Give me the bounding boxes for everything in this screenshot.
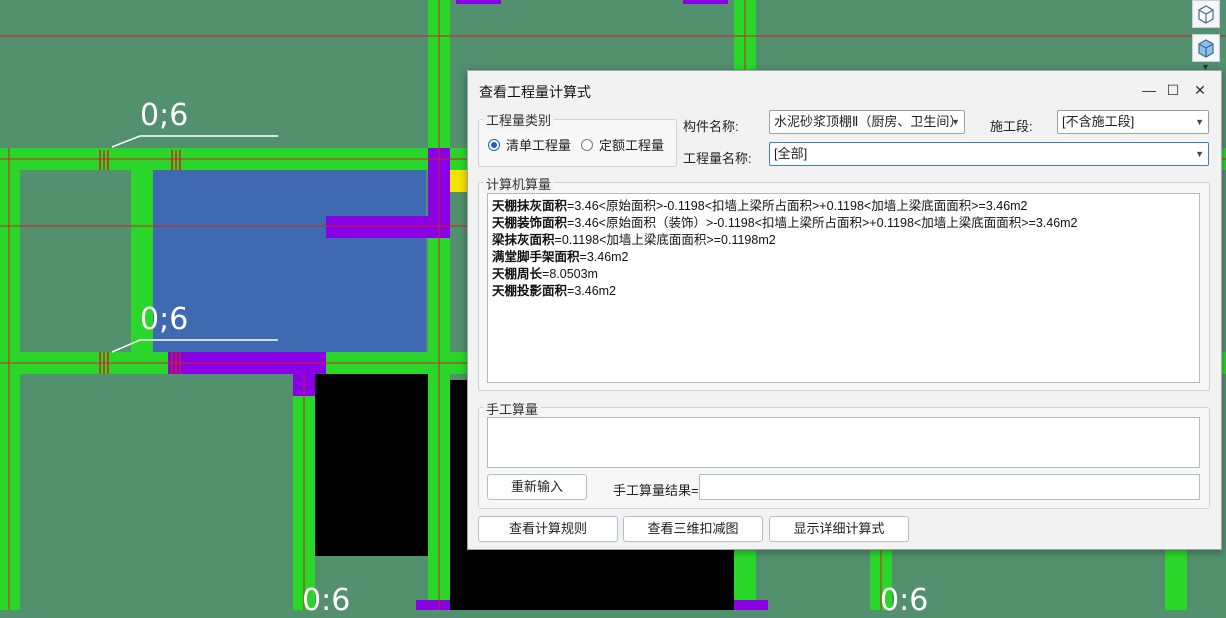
component-label: 构件名称: (683, 119, 739, 134)
radio-label: 清单工程量 (506, 138, 572, 153)
wall-vertical-9 (1165, 545, 1187, 610)
stage-select[interactable]: [不含施工段] ▼ (1057, 110, 1209, 134)
stage-value: [不含施工段] (1062, 114, 1135, 129)
dimension-label: 0:6 (302, 583, 351, 618)
show-detail-button[interactable]: 显示详细计算式 (769, 516, 909, 542)
beam-purple-5 (456, 0, 501, 4)
component-value: 水泥砂浆顶棚Ⅱ（厨房、卫生间） (774, 114, 963, 129)
dialog-title: 查看工程量计算式 (479, 84, 591, 100)
dimension-label: 0:6 (880, 583, 929, 618)
manual-result-field[interactable] (699, 474, 1200, 500)
radio-bill-quantity[interactable]: 清单工程量 (488, 135, 571, 154)
formula-line: 天棚装饰面积=3.46<原始面积（装饰）>-0.1198<扣墙上梁所占面积>+0… (492, 216, 1078, 230)
beam-purple-8 (734, 600, 768, 610)
chevron-down-icon: ▼ (1195, 117, 1204, 127)
minimize-icon[interactable]: — (1138, 79, 1160, 101)
beam-purple-2 (326, 216, 450, 238)
chevron-down-icon: ▼ (1195, 149, 1204, 159)
wall-vertical-1 (0, 148, 20, 610)
radio-label: 定额工程量 (599, 138, 665, 153)
quantity-name-value: [全部] (774, 146, 808, 161)
component-select[interactable]: 水泥砂浆顶棚Ⅱ（厨房、卫生间） ▼ (769, 110, 965, 134)
maximize-icon[interactable]: ☐ (1162, 79, 1184, 101)
manual-calc-legend: 手工算量 (483, 399, 542, 418)
quantity-formula-dialog: 查看工程量计算式 — ☐ ✕ 工程量类别 清单工程量 定额工程量 构件名称: 水… (467, 70, 1222, 550)
formula-line: 天棚抹灰面积=3.46<原始面积>-0.1198<扣墙上梁所占面积>+0.119… (492, 199, 1028, 213)
quantity-name-select[interactable]: [全部] ▼ (769, 142, 1209, 166)
chevron-down-icon: ▼ (951, 117, 960, 127)
cube-icon[interactable] (1192, 0, 1220, 28)
manual-result-label: 手工算量结果= (613, 483, 699, 498)
view-3d-button[interactable]: 查看三维扣减图 (623, 516, 763, 542)
reenter-button[interactable]: 重新输入 (487, 474, 587, 500)
cube-filled-icon[interactable] (1192, 34, 1220, 62)
formula-line: 梁抹灰面积=0.1198<加墙上梁底面面积>=0.1198m2 (492, 233, 776, 247)
computer-calc-legend: 计算机算量 (483, 174, 555, 193)
radio-quota-quantity[interactable]: 定额工程量 (581, 135, 664, 154)
beam-purple-7 (416, 600, 452, 610)
formula-line: 满堂脚手架面积=3.46m2 (492, 250, 629, 264)
formula-line: 天棚周长=8.0503m (492, 267, 598, 281)
close-icon[interactable]: ✕ (1189, 79, 1211, 101)
formula-line: 天棚投影面积=3.46m2 (492, 284, 617, 298)
manual-calc-textarea[interactable] (487, 417, 1200, 468)
view-rules-button[interactable]: 查看计算规则 (478, 516, 618, 542)
stage-label: 施工段: (990, 119, 1033, 134)
area-black-1 (315, 374, 428, 556)
beam-purple-6 (683, 0, 728, 4)
category-legend: 工程量类别 (483, 110, 555, 129)
marker-yellow (450, 170, 468, 192)
room-blue (153, 170, 426, 352)
radio-selected-icon (488, 138, 500, 151)
dimension-label: 0;6 (140, 98, 189, 133)
computer-calc-textarea[interactable]: 天棚抹灰面积=3.46<原始面积>-0.1198<扣墙上梁所占面积>+0.119… (487, 193, 1200, 383)
quantity-name-label: 工程量名称: (683, 151, 752, 166)
dimension-label: 0;6 (140, 302, 189, 337)
radio-unselected-icon (581, 138, 593, 151)
